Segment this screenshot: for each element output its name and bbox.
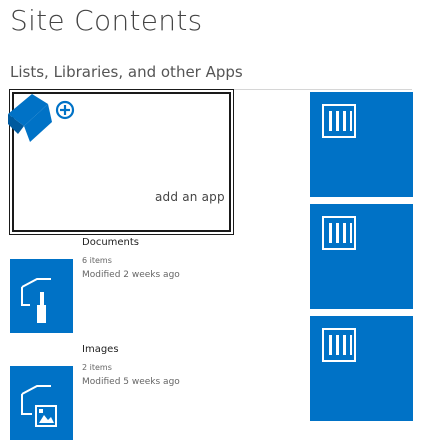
section-header: Lists, Libraries, and other Apps: [10, 63, 243, 81]
add-app-icon: [8, 94, 75, 142]
list-app-icon: [322, 328, 356, 362]
list-app-icon: [322, 216, 356, 250]
app-title[interactable]: Documents: [82, 237, 139, 248]
app-modified-time: Modified 5 weeks ago: [82, 377, 180, 387]
list-app-tile[interactable]: [310, 204, 413, 309]
document-library-icon: [10, 259, 73, 333]
images-app-tile[interactable]: Images 2 items Modified 5 weeks ago: [10, 344, 220, 448]
app-modified-time: Modified 2 weeks ago: [82, 270, 180, 280]
app-item-count: 2 items: [82, 363, 112, 372]
page-title: Site Contents: [10, 4, 203, 37]
list-app-tile[interactable]: [310, 92, 413, 197]
add-an-app-label: add an app: [155, 190, 225, 204]
app-title[interactable]: Images: [82, 344, 119, 355]
documents-app-tile[interactable]: Documents 6 items Modified 2 weeks ago: [10, 237, 220, 347]
app-item-count: 6 items: [82, 256, 112, 265]
list-app-tile[interactable]: [310, 316, 413, 421]
add-an-app-tile[interactable]: add an app: [8, 89, 234, 235]
list-app-icon: [322, 104, 356, 138]
picture-library-icon: [10, 366, 73, 440]
